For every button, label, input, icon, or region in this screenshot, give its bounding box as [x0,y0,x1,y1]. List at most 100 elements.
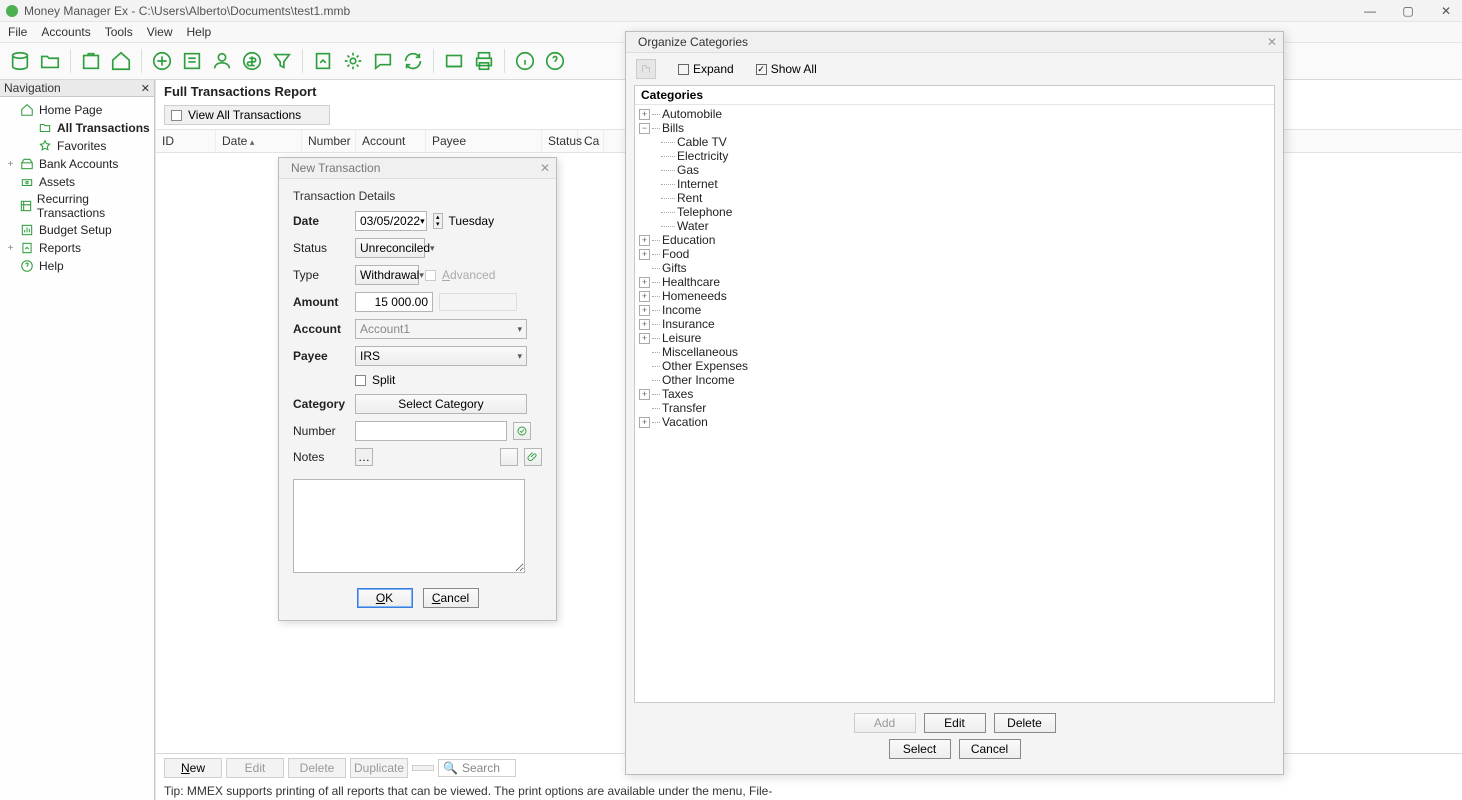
nav-item-reports[interactable]: +Reports [0,239,154,257]
maximize-button[interactable]: ▢ [1398,4,1418,18]
notes-menu-button[interactable]: … [355,448,373,466]
category-education[interactable]: +Education [639,233,1270,247]
category-other-income[interactable]: Other Income [639,373,1270,387]
category-gifts[interactable]: Gifts [639,261,1270,275]
category-cable-tv[interactable]: Cable TV [639,135,1270,149]
print-icon[interactable] [470,47,498,75]
info-icon[interactable] [511,47,539,75]
split-checkbox[interactable] [355,375,366,386]
auto-number-icon[interactable] [513,422,531,440]
add-button[interactable]: Add [854,713,916,733]
home-icon[interactable] [107,47,135,75]
th-number[interactable]: Number [302,130,356,152]
account-list-icon[interactable] [178,47,206,75]
th-status[interactable]: Status [542,130,578,152]
nav-item-recurring-transactions[interactable]: Recurring Transactions [0,191,154,221]
help-icon[interactable] [541,47,569,75]
menu-tools[interactable]: Tools [105,25,133,39]
expander-icon[interactable] [639,361,650,372]
expander-icon[interactable] [639,263,650,274]
new-button[interactable]: New [164,758,222,778]
attachment-icon[interactable] [524,448,542,466]
category-vacation[interactable]: +Vacation [639,415,1270,429]
notes-icon[interactable] [369,47,397,75]
filter-icon[interactable] [268,47,296,75]
cancel-button[interactable]: Cancel [423,588,479,608]
cancel-button[interactable]: Cancel [959,739,1021,759]
edit-button[interactable]: Edit [924,713,986,733]
duplicate-button[interactable]: Duplicate [350,758,408,778]
open-icon[interactable] [36,47,64,75]
expander-icon[interactable]: + [639,333,650,344]
category-rent[interactable]: Rent [639,191,1270,205]
menu-help[interactable]: Help [187,25,212,39]
reports-icon[interactable] [309,47,337,75]
advanced-checkbox[interactable] [425,270,436,281]
select-category-button[interactable]: Select Category [355,394,527,414]
new-db-icon[interactable] [6,47,34,75]
nav-item-home-page[interactable]: Home Page [0,101,154,119]
nav-item-help[interactable]: Help [0,257,154,275]
extra-button[interactable] [412,765,434,771]
nav-item-bank-accounts[interactable]: +Bank Accounts [0,155,154,173]
delete-button[interactable]: Delete [994,713,1056,733]
category-internet[interactable]: Internet [639,177,1270,191]
new-account-icon[interactable] [77,47,105,75]
expander-icon[interactable]: + [639,249,650,260]
refresh-icon[interactable] [399,47,427,75]
category-transfer[interactable]: Transfer [639,401,1270,415]
category-miscellaneous[interactable]: Miscellaneous [639,345,1270,359]
th-id[interactable]: ID [156,130,216,152]
menu-view[interactable]: View [147,25,173,39]
category-leisure[interactable]: +Leisure [639,331,1270,345]
category-electricity[interactable]: Electricity [639,149,1270,163]
expander-icon[interactable]: − [639,123,650,134]
category-automobile[interactable]: +Automobile [639,107,1270,121]
fullscreen-icon[interactable] [440,47,468,75]
category-water[interactable]: Water [639,219,1270,233]
close-icon[interactable]: ✕ [1267,35,1277,49]
nav-item-assets[interactable]: Assets [0,173,154,191]
type-select[interactable]: Withdrawal▾ [355,265,419,285]
expander-icon[interactable]: + [639,277,650,288]
minimize-button[interactable]: — [1360,4,1380,18]
number-input[interactable] [355,421,507,441]
account-select[interactable]: Account1▾ [355,319,527,339]
expander-icon[interactable] [639,403,650,414]
select-button[interactable]: Select [889,739,951,759]
nav-item-favorites[interactable]: Favorites [0,137,154,155]
date-input[interactable]: 03/05/2022 ▾ [355,211,427,231]
payee-select[interactable]: IRS▾ [355,346,527,366]
menu-accounts[interactable]: Accounts [41,25,90,39]
category-food[interactable]: +Food [639,247,1270,261]
notes-textarea[interactable] [293,479,525,573]
status-select[interactable]: Unreconciled▾ [355,238,425,258]
category-homeneeds[interactable]: +Homeneeds [639,289,1270,303]
expander-icon[interactable]: + [639,305,650,316]
search-box[interactable]: 🔍 Search [438,759,516,777]
expander-icon[interactable] [639,375,650,386]
currency-icon[interactable] [238,47,266,75]
category-healthcare[interactable]: +Healthcare [639,275,1270,289]
th-payee[interactable]: Payee [426,130,542,152]
expand-checkbox[interactable]: Expand [678,62,734,76]
view-all-toggle[interactable]: View All Transactions [164,105,330,125]
nav-item-all-transactions[interactable]: All Transactions [0,119,154,137]
expander-icon[interactable]: + [639,109,650,120]
category-gas[interactable]: Gas [639,163,1270,177]
expander-icon[interactable]: + [639,417,650,428]
expander-icon[interactable]: + [639,389,650,400]
show-all-checkbox[interactable]: ✓ Show All [756,62,817,76]
category-telephone[interactable]: Telephone [639,205,1270,219]
date-spinner[interactable]: ▴▾ [433,213,443,229]
amount-input[interactable] [355,292,433,312]
expander-icon[interactable] [639,347,650,358]
add-icon[interactable] [148,47,176,75]
category-bills[interactable]: −Bills [639,121,1270,135]
th-date[interactable]: Date [216,130,302,152]
close-button[interactable]: ✕ [1436,4,1456,18]
th-account[interactable]: Account [356,130,426,152]
settings-icon[interactable] [339,47,367,75]
category-taxes[interactable]: +Taxes [639,387,1270,401]
th-category[interactable]: Ca [578,130,604,152]
